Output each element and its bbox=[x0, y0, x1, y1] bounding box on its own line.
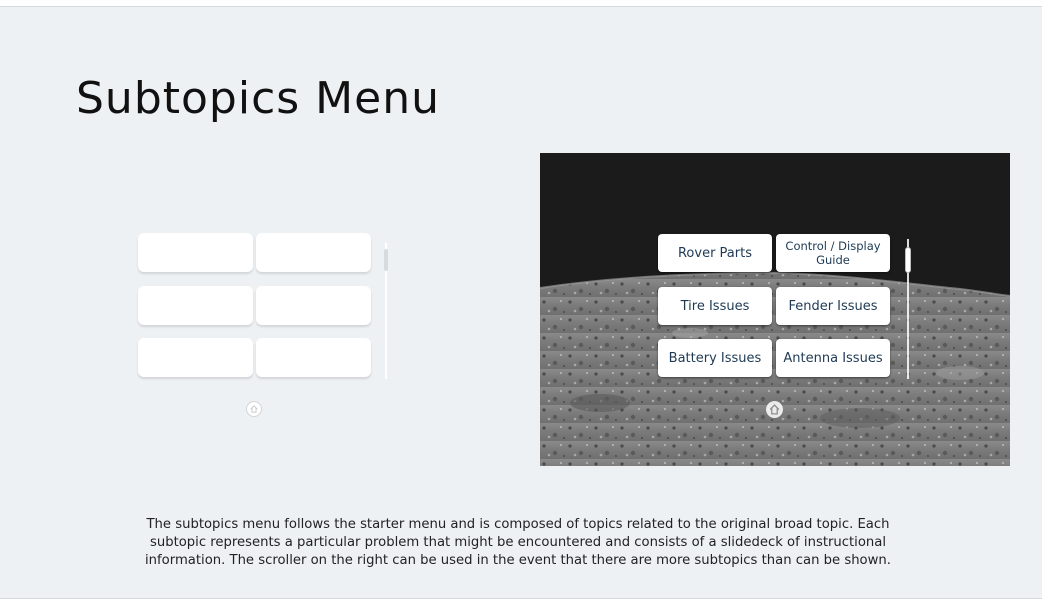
subtopic-button-fender-issues[interactable]: Fender Issues bbox=[776, 287, 890, 325]
subtopic-button-tire-issues[interactable]: Tire Issues bbox=[658, 287, 772, 325]
subtopics-scroll-thumb[interactable] bbox=[905, 247, 911, 273]
wireframe-button bbox=[256, 286, 371, 325]
slide: Subtopics Menu Rover Parts Control / Dis… bbox=[0, 6, 1042, 599]
subtopic-button-antenna-issues[interactable]: Antenna Issues bbox=[776, 339, 890, 377]
wireframe-button bbox=[138, 286, 253, 325]
wireframe-scroll-thumb bbox=[384, 249, 388, 271]
menu-screenshot: Rover Parts Control / Display Guide Tire… bbox=[540, 153, 1010, 466]
wireframe-home-button bbox=[246, 401, 262, 417]
wireframe-button bbox=[256, 338, 371, 377]
home-icon bbox=[250, 405, 258, 413]
wireframe-button bbox=[138, 338, 253, 377]
page-title: Subtopics Menu bbox=[76, 73, 440, 124]
home-button[interactable] bbox=[766, 401, 783, 418]
wireframe-button bbox=[256, 233, 371, 272]
menu-wireframe bbox=[136, 233, 396, 433]
lunar-surface-image bbox=[540, 153, 1010, 466]
home-icon bbox=[769, 404, 780, 415]
subtopic-button-control-display-guide[interactable]: Control / Display Guide bbox=[776, 234, 890, 272]
slide-caption: The subtopics menu follows the starter m… bbox=[145, 517, 891, 568]
subtopic-button-battery-issues[interactable]: Battery Issues bbox=[658, 339, 772, 377]
subtopic-button-rover-parts[interactable]: Rover Parts bbox=[658, 234, 772, 272]
wireframe-button bbox=[138, 233, 253, 272]
